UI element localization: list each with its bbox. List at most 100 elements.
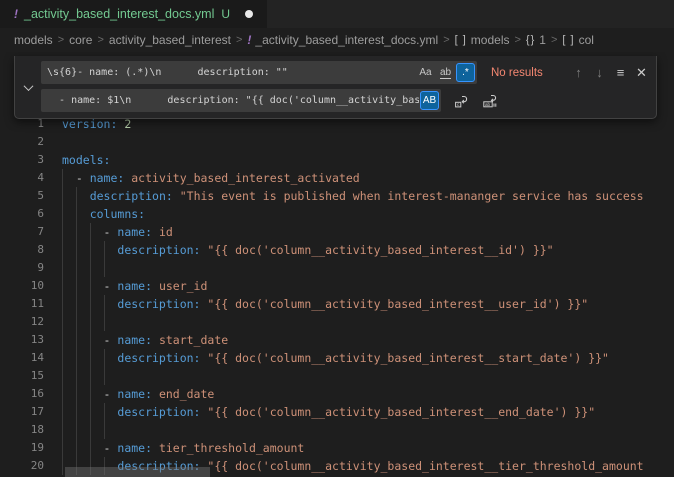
code-line[interactable]: 19 - name: tier_threshold_amount bbox=[0, 439, 674, 457]
close-find-button[interactable]: ✕ bbox=[631, 62, 652, 83]
code-line-text: - name: activity_based_interest_activate… bbox=[62, 169, 360, 187]
line-number: 11 bbox=[0, 295, 44, 313]
breadcrumb-item[interactable]: [ ] col bbox=[562, 33, 594, 47]
line-number: 12 bbox=[0, 313, 44, 331]
code-line-text: description: "{{ doc('column__activity_b… bbox=[62, 403, 595, 421]
symbol-object-icon: {} bbox=[526, 34, 535, 46]
line-number: 9 bbox=[0, 259, 44, 277]
code-line[interactable]: 8 description: "{{ doc('column__activity… bbox=[0, 241, 674, 259]
code-token bbox=[62, 297, 117, 311]
line-number: 20 bbox=[0, 457, 44, 475]
breadcrumb-separator-icon: > bbox=[236, 34, 242, 46]
code-token: - bbox=[62, 387, 117, 401]
tab-filename: _activity_based_interest_docs.yml bbox=[24, 7, 214, 21]
code-line[interactable]: 3 models: bbox=[0, 151, 674, 169]
code-token: - bbox=[62, 279, 117, 293]
replace-icon: c bbox=[453, 93, 469, 109]
code-line[interactable]: 9 bbox=[0, 259, 674, 277]
code-token: - bbox=[62, 225, 117, 239]
whole-word-toggle[interactable]: ab bbox=[436, 63, 455, 82]
code-line-text: columns: bbox=[62, 205, 145, 223]
indent-guide bbox=[90, 259, 91, 277]
horizontal-scrollbar-thumb[interactable] bbox=[65, 467, 210, 477]
line-number: 17 bbox=[0, 403, 44, 421]
code-line[interactable]: 13 - name: start_date bbox=[0, 331, 674, 349]
breadcrumb-item[interactable]: [ ]models bbox=[455, 33, 510, 47]
code-line[interactable]: 16 - name: end_date bbox=[0, 385, 674, 403]
breadcrumb-item-label: core bbox=[69, 33, 92, 47]
code-line-text: description: "This event is published wh… bbox=[62, 187, 644, 205]
code-line[interactable]: 2 bbox=[0, 133, 674, 151]
vscode-window: ! _activity_based_interest_docs.yml U mo… bbox=[0, 0, 674, 477]
code-line-text: - name: end_date bbox=[62, 385, 214, 403]
code-token: description: bbox=[117, 405, 200, 419]
breadcrumb-item-label: models bbox=[14, 33, 53, 47]
breadcrumb-item[interactable]: !_activity_based_interest_docs.yml bbox=[247, 33, 438, 47]
code-line[interactable]: 4 - name: activity_based_interest_activa… bbox=[0, 169, 674, 187]
breadcrumb-item[interactable]: models bbox=[14, 33, 53, 47]
line-number: 15 bbox=[0, 367, 44, 385]
chevron-down-icon bbox=[23, 81, 33, 91]
code-line[interactable]: 11 description: "{{ doc('column__activit… bbox=[0, 295, 674, 313]
code-line-text: - name: tier_threshold_amount bbox=[62, 439, 304, 457]
find-nav-group: ↑ ↓ ≡ ✕ bbox=[568, 62, 652, 83]
breadcrumb-item[interactable]: activity_based_interest bbox=[109, 33, 231, 47]
results-count: No results bbox=[491, 67, 543, 79]
code-token: models: bbox=[62, 153, 110, 167]
code-token: - bbox=[62, 171, 90, 185]
code-line[interactable]: 15 bbox=[0, 367, 674, 385]
svg-text:ab: ab bbox=[485, 101, 491, 106]
indent-guide bbox=[90, 367, 91, 385]
preserve-case-toggle[interactable]: AB bbox=[420, 91, 439, 110]
code-line-text: description: "{{ doc('column__activity_b… bbox=[62, 349, 609, 367]
next-match-button[interactable]: ↓ bbox=[589, 62, 610, 83]
code-area[interactable]: 1version: 223models:4 - name: activity_b… bbox=[0, 115, 674, 475]
code-token: description: bbox=[90, 189, 173, 203]
code-token: - bbox=[62, 441, 117, 455]
find-input[interactable]: \s{6}- name: (.*)\n description: "" Aa a… bbox=[41, 61, 477, 84]
code-line[interactable]: 12 bbox=[0, 313, 674, 331]
indent-guide bbox=[76, 313, 77, 331]
find-in-selection-button[interactable]: ≡ bbox=[610, 62, 631, 83]
code-line[interactable]: 17 description: "{{ doc('column__activit… bbox=[0, 403, 674, 421]
code-line[interactable]: 7 - name: id bbox=[0, 223, 674, 241]
symbol-array-icon: [ ] bbox=[455, 34, 467, 46]
modified-dot-icon[interactable] bbox=[245, 10, 253, 18]
line-number: 3 bbox=[0, 151, 44, 169]
symbol-array-icon: [ ] bbox=[562, 34, 574, 46]
code-line[interactable]: 10 - name: user_id bbox=[0, 277, 674, 295]
replace-buttons: c ab bbox=[451, 91, 500, 111]
code-token bbox=[62, 405, 117, 419]
replace-all-button[interactable]: ab bbox=[480, 91, 500, 111]
regex-toggle[interactable]: .* bbox=[456, 63, 475, 82]
yaml-file-icon: ! bbox=[14, 7, 18, 21]
editor-pane[interactable]: 1version: 223models:4 - name: activity_b… bbox=[0, 52, 674, 477]
tab-active-file[interactable]: ! _activity_based_interest_docs.yml U bbox=[0, 0, 267, 28]
indent-guide bbox=[104, 367, 105, 385]
code-line[interactable]: 14 description: "{{ doc('column__activit… bbox=[0, 349, 674, 367]
previous-match-button[interactable]: ↑ bbox=[568, 62, 589, 83]
breadcrumb-item[interactable]: {}1 bbox=[526, 33, 546, 47]
breadcrumb-item-label: col bbox=[579, 33, 594, 47]
tab-bar: ! _activity_based_interest_docs.yml U bbox=[0, 0, 674, 28]
replace-one-button[interactable]: c bbox=[451, 91, 471, 111]
breadcrumb-item[interactable]: core bbox=[69, 33, 92, 47]
match-case-toggle[interactable]: Aa bbox=[416, 63, 435, 82]
indent-guide bbox=[90, 313, 91, 331]
line-number: 5 bbox=[0, 187, 44, 205]
code-line[interactable]: 5 description: "This event is published … bbox=[0, 187, 674, 205]
replace-input[interactable]: - name: $1\n description: "{{ doc('colum… bbox=[41, 89, 441, 112]
whole-word-label: ab bbox=[440, 67, 451, 79]
line-number: 10 bbox=[0, 277, 44, 295]
code-token: "{{ doc('column__activity_based_interest… bbox=[200, 243, 553, 257]
code-line[interactable]: 6 columns: bbox=[0, 205, 674, 223]
replace-row: - name: $1\n description: "{{ doc('colum… bbox=[41, 88, 652, 113]
code-line[interactable]: 18 bbox=[0, 421, 674, 439]
code-token: - bbox=[62, 333, 117, 347]
code-token: "{{ doc('column__activity_based_interest… bbox=[200, 405, 595, 419]
toggle-replace-button[interactable] bbox=[15, 56, 41, 118]
breadcrumb-separator-icon: > bbox=[551, 34, 557, 46]
breadcrumb-item-label: _activity_based_interest_docs.yml bbox=[255, 33, 438, 47]
indent-guide bbox=[76, 259, 77, 277]
breadcrumb-separator-icon: > bbox=[443, 34, 449, 46]
